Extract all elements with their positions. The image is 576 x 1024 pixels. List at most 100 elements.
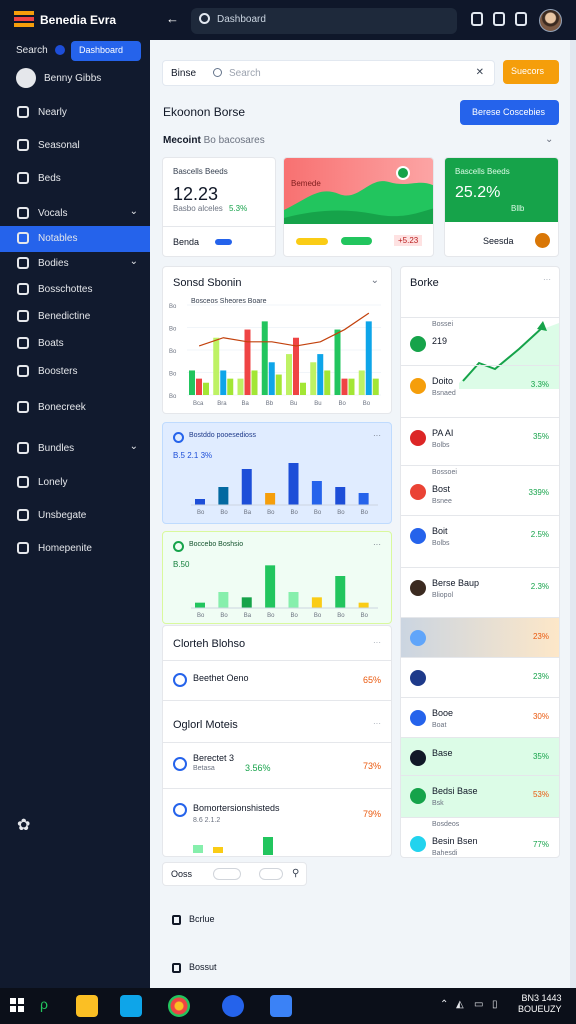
row-pct: 23% <box>532 672 549 681</box>
bar <box>358 602 369 608</box>
list-item[interactable]: Berectet 3 Betasa 3.56% 73% <box>163 742 391 788</box>
more-icon[interactable]: ··· <box>373 638 381 647</box>
back-arrow-icon[interactable]: ← <box>166 11 179 26</box>
sidebar-search-label[interactable]: Search <box>16 45 48 56</box>
bar <box>213 337 220 395</box>
right-list-item[interactable]: Berse Baup Bliopol 2.3% <box>401 567 559 617</box>
footer-item[interactable]: Bossut <box>172 962 217 973</box>
y-tick-label: Bo <box>169 327 177 333</box>
primary-action-button[interactable]: Berese Coscebies <box>460 100 559 125</box>
right-list-item[interactable]: Doito Bsnaed 3.3% <box>401 365 559 417</box>
more-icon[interactable]: ··· <box>373 540 381 549</box>
sidebar-item[interactable]: Bonecreek <box>0 395 150 421</box>
right-list-item[interactable]: 23% <box>401 617 559 657</box>
sidebar-item[interactable]: Nearly <box>0 100 150 126</box>
row-sub: Bolbs <box>432 442 450 449</box>
list-item[interactable]: Beethet Oeno 65% <box>163 660 391 700</box>
right-list-item[interactable]: Bossei 219 <box>401 317 559 365</box>
sidebar-item[interactable]: Vocals ⌄ <box>0 201 150 227</box>
chevron-down-icon[interactable]: ⌄ <box>545 134 553 145</box>
close-icon[interactable]: ✕ <box>476 67 484 78</box>
nav-icon <box>17 365 29 377</box>
sidebar-dashboard-button[interactable]: Dashboard <box>71 41 141 61</box>
search-icon[interactable]: ⚲ <box>292 868 299 879</box>
right-list-item[interactable]: Booe Boat 30% <box>401 697 559 737</box>
notification-icon[interactable] <box>471 12 483 26</box>
sidebar-item[interactable]: Bosschottes <box>0 277 150 303</box>
edge-icon[interactable] <box>222 995 244 1017</box>
top-search-placeholder: Dashboard <box>217 14 266 25</box>
sidebar-item[interactable]: Notables <box>0 226 150 252</box>
nav-icon <box>17 476 29 488</box>
footer-item-label: Bossut <box>189 962 217 972</box>
sidebar-item[interactable]: Seasonal <box>0 133 150 159</box>
user-avatar[interactable] <box>539 9 562 32</box>
main-search-input[interactable]: Binse Search ✕ <box>162 60 495 86</box>
volume-icon[interactable]: ▯ <box>492 999 498 1010</box>
search-icon <box>199 13 210 24</box>
sidebar-item[interactable]: Bodies ⌄ <box>0 251 150 277</box>
bar <box>310 362 317 395</box>
row-icon <box>410 710 426 726</box>
bar <box>195 602 205 608</box>
chevron-down-icon[interactable]: ⌄ <box>371 275 379 286</box>
bar <box>288 592 299 608</box>
x-tick-label: Bra <box>217 401 227 407</box>
sidebar-item[interactable]: Beds <box>0 166 150 192</box>
kpi-card-2[interactable]: Bemede +5.23 <box>283 157 434 257</box>
sidebar-item[interactable]: Unsbegate <box>0 503 150 529</box>
clock-time: BN3 1443 <box>521 993 562 1003</box>
right-list-item[interactable]: Bossoei Bost Bsnee 339% <box>401 465 559 515</box>
more-icon[interactable]: ··· <box>543 275 551 284</box>
browser-icon[interactable] <box>168 995 190 1017</box>
right-list-item[interactable]: Base 35% <box>401 737 559 775</box>
more-icon[interactable]: ··· <box>373 431 381 440</box>
right-list-item[interactable]: Boit Bolbs 2.5% <box>401 515 559 567</box>
right-list-item[interactable]: PA AI Bolbs 35% <box>401 417 559 465</box>
file-explorer-icon[interactable] <box>76 995 98 1017</box>
store-icon[interactable] <box>120 995 142 1017</box>
profile-icon[interactable] <box>16 68 36 88</box>
sidebar-item[interactable]: Boosters <box>0 359 150 385</box>
progress-pill-yellow <box>296 238 328 245</box>
app-icon[interactable] <box>270 995 292 1017</box>
sidebar-item[interactable]: Homepenite <box>0 536 150 562</box>
kpi-footer-label: Seesda <box>483 236 514 246</box>
pager[interactable]: Ooss ⚲ <box>162 862 307 886</box>
clock[interactable]: BN3 1443 BOUEUZY <box>518 993 562 1015</box>
right-list-item[interactable]: 23% <box>401 657 559 697</box>
chevron-up-icon[interactable]: ⌃ <box>440 999 448 1010</box>
sidebar-item[interactable]: Lonely <box>0 470 150 496</box>
sidebar-item[interactable]: Benedictine <box>0 304 150 330</box>
kpi-card-1[interactable]: Bascells Beeds 12.23 Basbo alceles 5.3% … <box>162 157 276 257</box>
settings-icon[interactable] <box>515 12 527 26</box>
chevron-down-icon: ⌄ <box>129 206 138 217</box>
message-icon[interactable] <box>493 12 505 26</box>
sidebar-item[interactable]: Bundles ⌄ <box>0 436 150 462</box>
right-list-item[interactable]: Bosdeos Besin Bsen Bahesdi 77% <box>401 817 559 857</box>
row-name: 219 <box>432 336 448 346</box>
sidebar-item-label: Homepenite <box>38 543 92 554</box>
list-item[interactable]: Bomortersionshisteds 8.6 2.1.2 79% <box>163 788 391 856</box>
toggle[interactable] <box>259 868 283 880</box>
bar <box>275 374 282 395</box>
battery-icon[interactable]: ▭ <box>474 999 483 1010</box>
top-bar: Benedia Evra ← Dashboard <box>0 0 576 40</box>
network-icon[interactable]: ◭ <box>456 999 464 1010</box>
kpi-card-3[interactable]: Bascells Beeds 25.2% Bllb Seesda <box>444 157 559 257</box>
gear-icon[interactable]: ✿ <box>17 815 30 835</box>
windows-start-icon[interactable] <box>10 998 24 1012</box>
search-icon[interactable]: ρ <box>40 996 48 1012</box>
x-tick-label: Bo <box>197 510 205 516</box>
top-search-input[interactable]: Dashboard <box>191 8 457 34</box>
scrollbar[interactable] <box>570 40 576 988</box>
profile-name[interactable]: Benny Gibbs <box>44 73 101 84</box>
sidebar-item-label: Lonely <box>38 477 68 488</box>
orange-action-button[interactable]: Suecors <box>503 60 559 84</box>
app-title: Benedia Evra <box>40 13 117 27</box>
footer-item[interactable]: Bcrlue <box>172 914 215 925</box>
sidebar-item[interactable]: Boats <box>0 331 150 357</box>
right-list-item[interactable]: Bedsi Base Bsk 53% <box>401 775 559 817</box>
toggle[interactable] <box>213 868 241 880</box>
more-icon[interactable]: ··· <box>373 719 381 728</box>
